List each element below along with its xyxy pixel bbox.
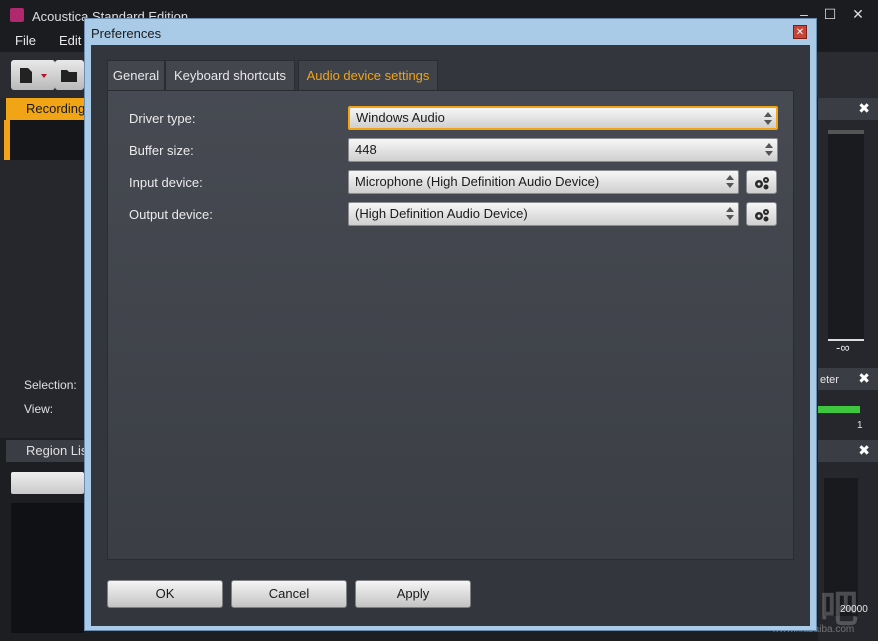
input-device-settings-button[interactable] <box>746 170 777 194</box>
view-label: View: <box>24 402 54 416</box>
menu-edit[interactable]: Edit <box>59 33 81 48</box>
gears-icon <box>755 209 769 222</box>
region-list <box>11 503 84 633</box>
folder-icon <box>61 70 77 82</box>
gears-icon <box>755 177 769 190</box>
input-device-select[interactable]: Microphone (High Definition Audio Device… <box>348 170 739 194</box>
app-logo-icon <box>10 8 24 22</box>
tab-general[interactable]: General <box>107 60 165 90</box>
level-meter <box>828 130 864 341</box>
input-device-label: Input device: <box>129 175 203 190</box>
open-folder-button[interactable] <box>55 60 84 90</box>
preferences-dialog: Preferences ✕ General Keyboard shortcuts… <box>84 18 817 631</box>
buffer-size-label: Buffer size: <box>129 143 194 158</box>
output-device-value: (High Definition Audio Device) <box>355 206 528 221</box>
tab-region-list[interactable]: Region List <box>6 440 84 462</box>
output-device-settings-button[interactable] <box>746 202 777 226</box>
close-icon[interactable]: ✖ <box>858 370 870 387</box>
buffer-size-select[interactable]: 448 <box>348 138 778 162</box>
tab-audio-device-settings[interactable]: Audio device settings <box>298 60 438 90</box>
meter-readout: -∞ <box>836 340 850 355</box>
selection-label: Selection: <box>24 378 77 392</box>
recording-area <box>4 120 84 160</box>
dialog-body: General Keyboard shortcuts Audio device … <box>91 45 810 626</box>
menu-file[interactable]: File <box>15 33 36 48</box>
dialog-title: Preferences <box>91 26 162 41</box>
input-device-value: Microphone (High Definition Audio Device… <box>355 174 600 189</box>
updown-arrows-icon <box>726 174 734 190</box>
driver-type-value: Windows Audio <box>356 110 445 125</box>
meter-panel-title: eter <box>820 374 839 386</box>
driver-type-select[interactable]: Windows Audio <box>348 106 778 130</box>
close-icon[interactable]: ✖ <box>858 442 870 459</box>
output-device-label: Output device: <box>129 207 213 222</box>
audio-settings-panel: Driver type: Windows Audio Buffer size: … <box>107 90 794 560</box>
buffer-size-value: 448 <box>355 142 377 157</box>
maximize-icon[interactable]: ☐ <box>822 6 838 22</box>
cancel-button[interactable]: Cancel <box>231 580 347 608</box>
new-file-button[interactable] <box>11 60 55 90</box>
ok-button[interactable]: OK <box>107 580 223 608</box>
meter-scale-value: 1 <box>857 420 863 431</box>
new-file-icon <box>20 68 47 83</box>
spectrum-panel-header: ✖ <box>818 440 878 462</box>
updown-arrows-icon <box>765 142 773 158</box>
dialog-close-button[interactable]: ✕ <box>793 25 807 39</box>
updown-arrows-icon <box>764 111 772 127</box>
meter-green-bar <box>818 406 860 413</box>
tab-keyboard-shortcuts[interactable]: Keyboard shortcuts <box>165 60 295 90</box>
output-device-select[interactable]: (High Definition Audio Device) <box>348 202 739 226</box>
updown-arrows-icon <box>726 206 734 222</box>
dialog-titlebar: Preferences ✕ <box>85 19 816 45</box>
tab-recording[interactable]: Recording <box>6 98 84 120</box>
app-close-icon[interactable]: ✕ <box>850 6 866 22</box>
apply-button[interactable]: Apply <box>355 580 471 608</box>
level-meter-header: ✖ <box>818 98 878 120</box>
driver-type-label: Driver type: <box>129 111 196 126</box>
region-search-input[interactable] <box>11 472 84 494</box>
close-icon[interactable]: ✖ <box>858 100 870 117</box>
